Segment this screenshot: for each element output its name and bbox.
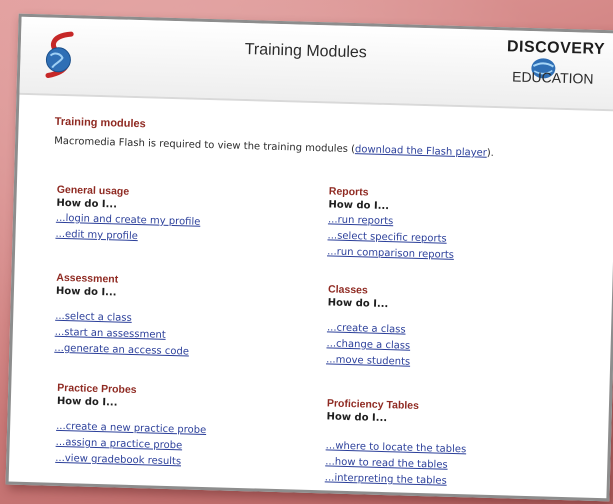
section-link-list: ...run reports ...select specific report… (327, 210, 455, 262)
link-interpreting-tables[interactable]: ...interpreting the tables (325, 472, 447, 486)
section-link-list: ...create a new practice probe ...assign… (55, 417, 206, 469)
link-generate-access-code[interactable]: ...generate an access code (54, 343, 189, 358)
section-link-list: ...select a class ...start an assessment… (54, 307, 190, 359)
brand-name-bottom: EDUCATION (511, 68, 594, 87)
link-run-reports[interactable]: ...run reports (328, 214, 394, 227)
intro-text: Macromedia Flash is required to view the… (54, 136, 594, 162)
intro-title: Training modules (54, 115, 146, 131)
section-howto: How do I... (326, 411, 388, 425)
section-howto: How do I... (56, 395, 118, 409)
discovery-education-logo: DISCOVERY EDUCATION (498, 36, 610, 99)
section-classes: Classes How do I... ...create a class ..… (326, 283, 412, 368)
link-create-class[interactable]: ...create a class (327, 322, 406, 335)
section-proficiency-tables: Proficiency Tables How do I... ...where … (325, 397, 468, 488)
intro-text-before: Macromedia Flash is required to view the… (53, 135, 356, 156)
page-header: Training Modules DISCOVERY EDUCATION (19, 16, 613, 112)
download-flash-link[interactable]: download the Flash player (355, 144, 487, 159)
section-link-list: ...login and create my profile ...edit m… (55, 209, 200, 245)
link-view-gradebook[interactable]: ...view gradebook results (55, 453, 181, 468)
link-change-class[interactable]: ...change a class (326, 338, 410, 351)
training-modules-page: Training Modules DISCOVERY EDUCATION Tra… (5, 13, 613, 502)
page-title: Training Modules (244, 40, 368, 62)
section-title: Classes (327, 283, 368, 297)
link-move-students[interactable]: ...move students (326, 354, 410, 367)
section-howto: How do I... (55, 285, 117, 299)
section-howto: How do I... (327, 297, 389, 311)
section-title: Proficiency Tables (326, 397, 420, 412)
section-practice-probes: Practice Probes How do I... ...create a … (55, 382, 207, 469)
section-title: Assessment (56, 271, 119, 286)
swoosh-globe-logo-icon (45, 31, 74, 79)
link-edit-profile[interactable]: ...edit my profile (55, 229, 138, 242)
link-select-class[interactable]: ...select a class (55, 311, 132, 324)
section-assessment: Assessment How do I... ...select a class… (54, 272, 191, 359)
link-run-comparison-reports[interactable]: ...run comparison reports (327, 246, 454, 261)
section-title: Reports (328, 185, 369, 199)
section-general-usage: General usage How do I... ...login and c… (55, 184, 201, 245)
section-link-list: ...where to locate the tables ...how to … (325, 436, 467, 488)
section-link-list: ...create a class ...change a class ...m… (326, 318, 411, 368)
section-reports: Reports How do I... ...run reports ...se… (327, 185, 456, 262)
intro-text-after: ). (486, 147, 495, 159)
